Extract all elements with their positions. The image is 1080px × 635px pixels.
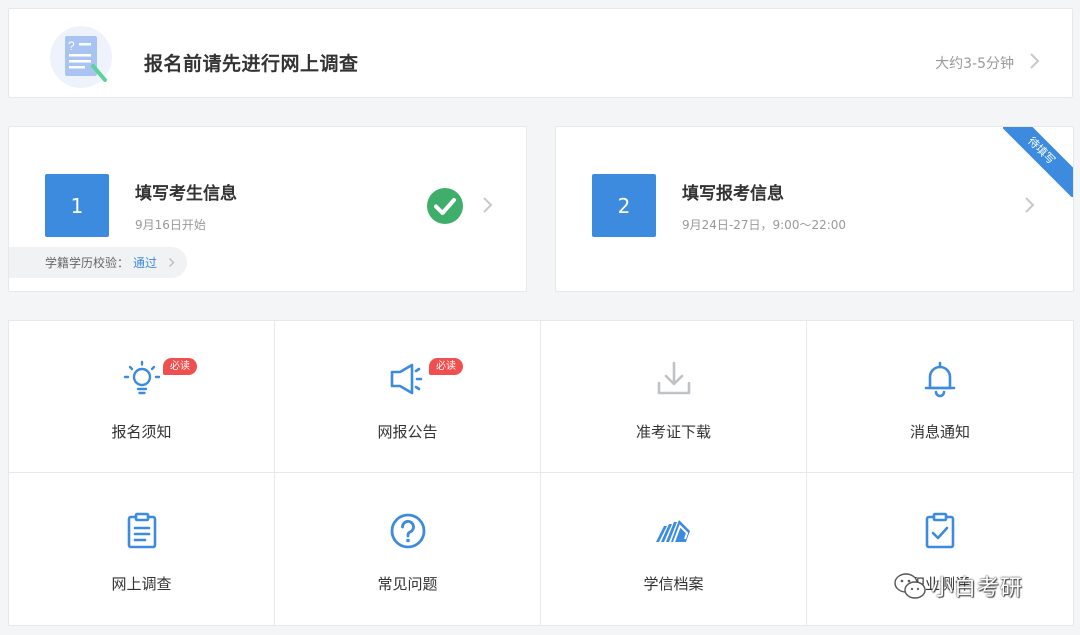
step-number: 2 — [592, 174, 656, 237]
lightbulb-icon — [120, 357, 164, 401]
check-circle-icon — [427, 188, 463, 224]
svg-text:?: ? — [68, 39, 75, 53]
ribbon-label: 待填写 — [1003, 127, 1073, 197]
speaker-icon — [386, 357, 430, 401]
service-grid: 必读 报名须知 必读 网报公告 准考证下载 消息通知 网上调查 常见问题 学信档… — [8, 320, 1074, 626]
grid-item-announcements[interactable]: 必读 网报公告 — [275, 321, 541, 473]
grid-item-career-assessment[interactable]: 职业测评 — [807, 473, 1073, 625]
grid-item-notifications[interactable]: 消息通知 — [807, 321, 1073, 473]
chevron-right-icon — [483, 197, 493, 213]
grid-item-label: 报名须知 — [111, 423, 172, 441]
survey-document-icon: ? — [50, 26, 112, 88]
grid-item-label: 网报公告 — [377, 423, 438, 441]
step-card-student-info[interactable]: 1 填写考生信息 9月16日开始 学籍学历校验： 通过 — [8, 126, 527, 292]
survey-banner[interactable]: ? 报名前请先进行网上调查 大约3-5分钟 — [8, 8, 1073, 98]
step-date: 9月24日-27日，9:00～22:00 — [682, 218, 847, 232]
grid-item-label: 消息通知 — [909, 423, 970, 441]
clipboard-check-icon — [918, 509, 962, 553]
step-title: 填写报考信息 — [682, 184, 784, 204]
grid-item-faq[interactable]: 常见问题 — [275, 473, 541, 625]
must-read-badge: 必读 — [163, 358, 197, 375]
corner-ribbon: 待填写 — [1003, 127, 1073, 197]
grid-item-registration-notice[interactable]: 必读 报名须知 — [9, 321, 275, 473]
chevron-right-icon — [1025, 197, 1035, 213]
grid-item-label: 学信档案 — [643, 575, 704, 593]
chevron-right-icon — [169, 258, 175, 267]
step-title: 填写考生信息 — [135, 184, 237, 204]
download-icon — [652, 357, 696, 401]
chsi-archive-icon — [652, 509, 696, 553]
grid-item-label: 网上调查 — [111, 575, 172, 593]
survey-title: 报名前请先进行网上调查 — [144, 53, 359, 75]
bell-icon — [918, 357, 962, 401]
step-number: 1 — [45, 174, 109, 237]
step-card-application-info[interactable]: 2 填写报考信息 9月24日-27日，9:00～22:00 待填写 — [555, 126, 1074, 292]
grid-item-chsi-archive[interactable]: 学信档案 — [541, 473, 807, 625]
verification-status-link[interactable]: 通过 — [133, 254, 157, 271]
status-verification-pill[interactable]: 学籍学历校验： 通过 — [9, 247, 187, 278]
step-date: 9月16日开始 — [135, 218, 206, 232]
grid-item-online-survey[interactable]: 网上调查 — [9, 473, 275, 625]
grid-item-label: 准考证下载 — [635, 423, 711, 441]
survey-duration: 大约3-5分钟 — [935, 56, 1014, 72]
must-read-badge: 必读 — [429, 358, 463, 375]
chevron-right-icon — [1030, 53, 1040, 69]
question-circle-icon — [386, 509, 430, 553]
clipboard-list-icon — [120, 509, 164, 553]
verification-label: 学籍学历校验： — [45, 256, 130, 270]
grid-item-label: 常见问题 — [377, 575, 438, 593]
grid-item-admission-ticket-download[interactable]: 准考证下载 — [541, 321, 807, 473]
grid-item-label: 职业测评 — [909, 575, 970, 593]
